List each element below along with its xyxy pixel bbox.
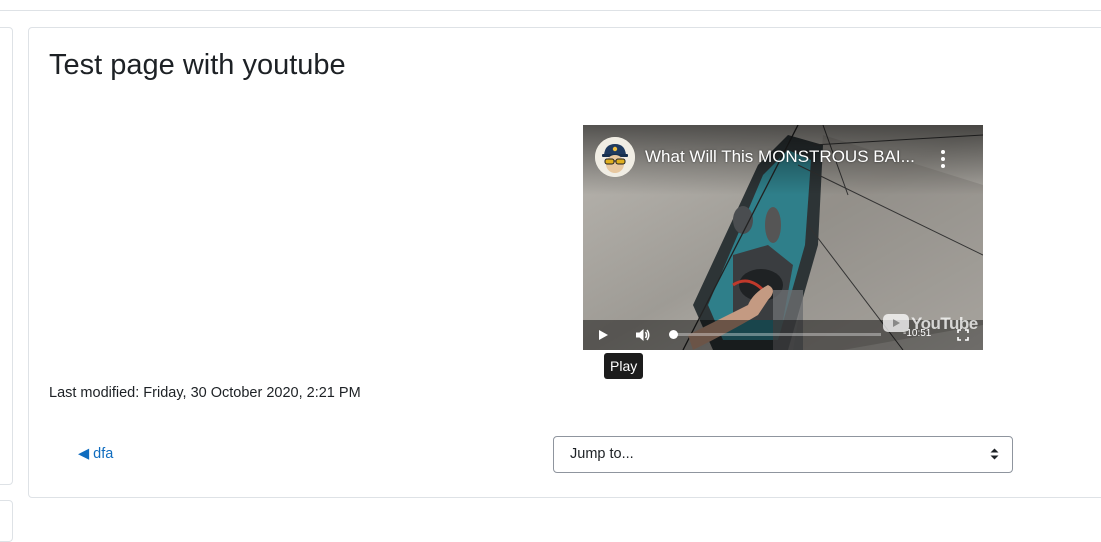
- jump-to-select[interactable]: Jump to...: [553, 436, 1013, 473]
- video-controls-bar: YouTube -10:51: [583, 314, 983, 350]
- channel-avatar[interactable]: [595, 137, 635, 177]
- video-duration: -10:51: [903, 328, 932, 339]
- youtube-embed[interactable]: What Will This MONSTROUS BAI... YouTube …: [583, 125, 983, 350]
- channel-avatar-icon: [595, 137, 635, 177]
- jump-to-selected-value: Jump to...: [570, 446, 634, 462]
- play-tooltip: Play: [604, 353, 644, 379]
- top-header-strip: [0, 0, 1101, 11]
- previous-activity-link[interactable]: ◀ dfa: [78, 446, 113, 462]
- left-sidebar-block-lower: [0, 500, 13, 542]
- page-title: Test page with youtube: [49, 49, 346, 81]
- progress-scrubber[interactable]: [669, 330, 678, 339]
- page-content-card: Test page with youtube What Will This MO…: [28, 27, 1101, 498]
- select-arrows-icon: [990, 448, 999, 460]
- play-icon[interactable]: [597, 329, 609, 341]
- fullscreen-icon[interactable]: [957, 329, 969, 341]
- volume-icon[interactable]: [635, 328, 651, 342]
- more-options-icon[interactable]: [936, 147, 950, 171]
- progress-bar[interactable]: [671, 333, 881, 336]
- last-modified-text: Last modified: Friday, 30 October 2020, …: [49, 385, 361, 401]
- left-sidebar-block: [0, 27, 13, 485]
- video-title[interactable]: What Will This MONSTROUS BAI...: [645, 147, 915, 167]
